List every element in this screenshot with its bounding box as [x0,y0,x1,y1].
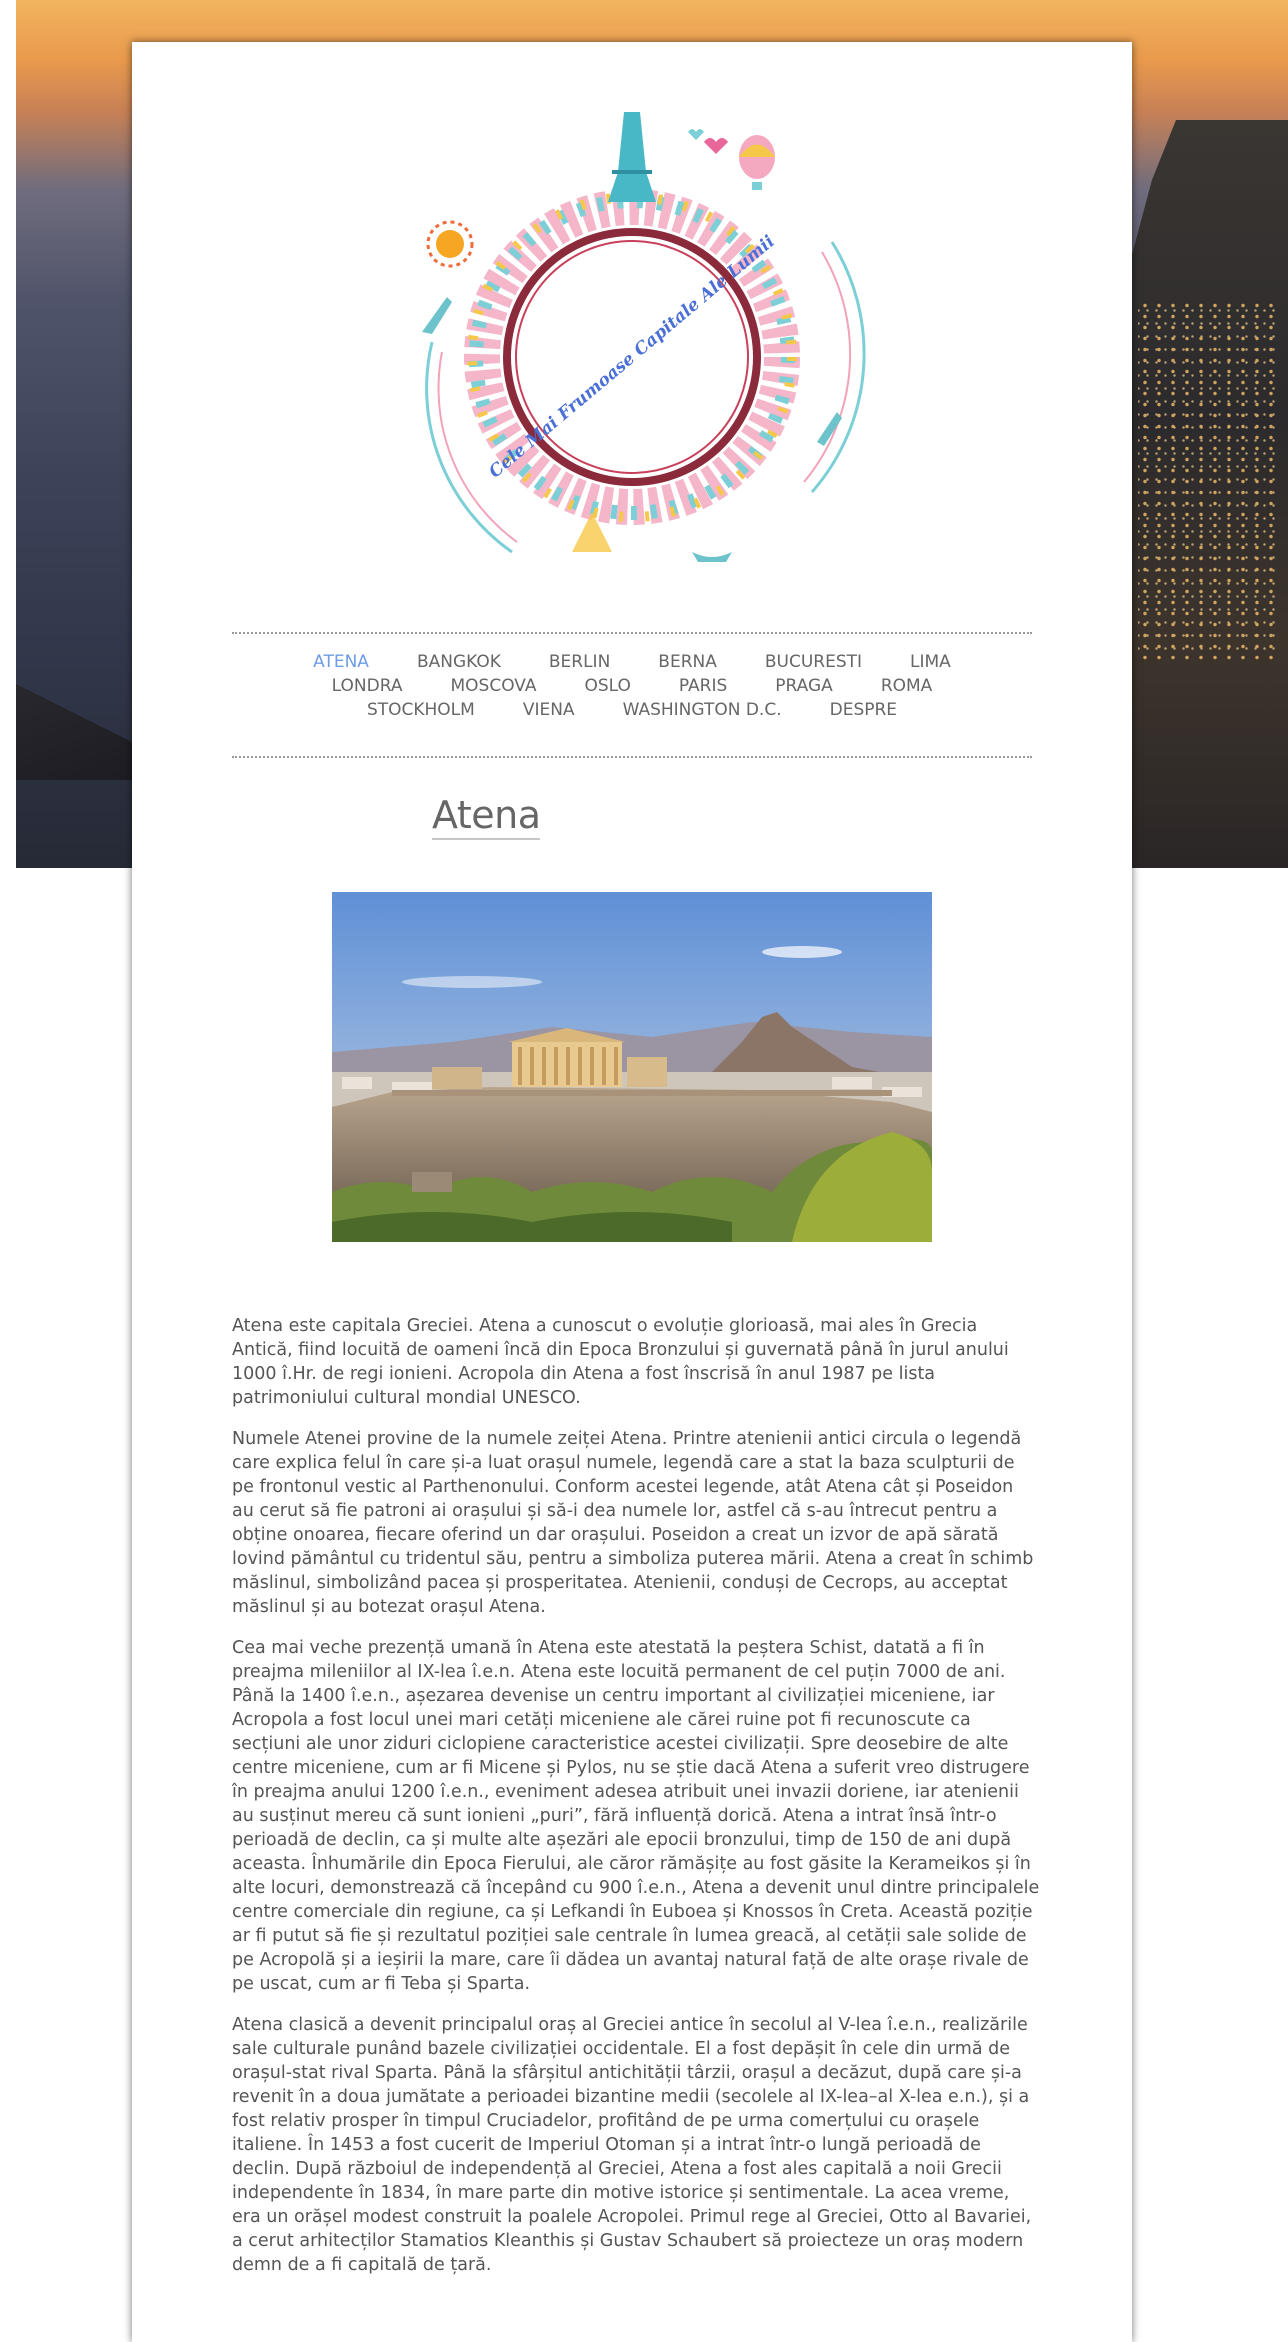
article-paragraph: Atena clasică a devenit principalul oraș… [232,2015,1032,2275]
nav-item-paris[interactable]: PARIS [679,674,727,698]
nav-item-praga[interactable]: PRAGA [775,674,833,698]
eiffel-tower-icon [608,112,656,202]
nav-row: LONDRA MOSCOVA OSLO PARIS PRAGA ROMA [232,674,1032,698]
nav-item-londra[interactable]: LONDRA [332,674,403,698]
nav-item-viena[interactable]: VIENA [523,698,575,722]
background-city-lights [1138,300,1278,660]
article-paragraph: Numele Atenei provine de la numele zeițe… [232,1429,1034,1617]
nav-item-bangkok[interactable]: BANGKOK [417,650,501,674]
nav-item-oslo[interactable]: OSLO [584,674,630,698]
nav-item-washington[interactable]: WASHINGTON D.C. [623,698,782,722]
sun-icon [426,220,474,268]
site-logo[interactable]: Cele Mai Frumoase Capitale Ale Lumii [392,112,872,592]
nav-item-roma[interactable]: ROMA [881,674,933,698]
nav-item-atena[interactable]: ATENA [313,650,369,674]
article-body: Atena este capitala Greciei. Atena a cun… [232,1314,1040,2294]
article-paragraph: Cea mai veche prezență umană în Atena es… [232,1638,1040,1994]
content-page: Cele Mai Frumoase Capitale Ale Lumii ATE… [132,42,1132,2342]
article-paragraph: Atena este capitala Greciei. Atena a cun… [232,1316,1009,1408]
main-navigation: ATENA BANGKOK BERLIN BERNA BUCURESTI LIMA LON… [232,632,1032,758]
nav-item-berlin[interactable]: BERLIN [549,650,610,674]
page-title: Atena [432,792,541,840]
nav-item-lima[interactable]: LIMA [910,650,951,674]
nav-item-moscova[interactable]: MOSCOVA [450,674,536,698]
nav-row: STOCKHOLM VIENA WASHINGTON D.C. DESPRE [232,698,1032,722]
nav-item-berna[interactable]: BERNA [658,650,717,674]
nav-item-despre[interactable]: DESPRE [830,698,897,722]
nav-row: ATENA BANGKOK BERLIN BERNA BUCURESTI LIMA [232,650,1032,674]
airplane-icon [422,297,452,334]
hot-air-balloon-icon [739,135,775,190]
nav-item-bucuresti[interactable]: BUCURESTI [765,650,862,674]
nav-item-stockholm[interactable]: STOCKHOLM [367,698,475,722]
acropolis-photo [332,892,932,1242]
background-pier [16,684,136,780]
